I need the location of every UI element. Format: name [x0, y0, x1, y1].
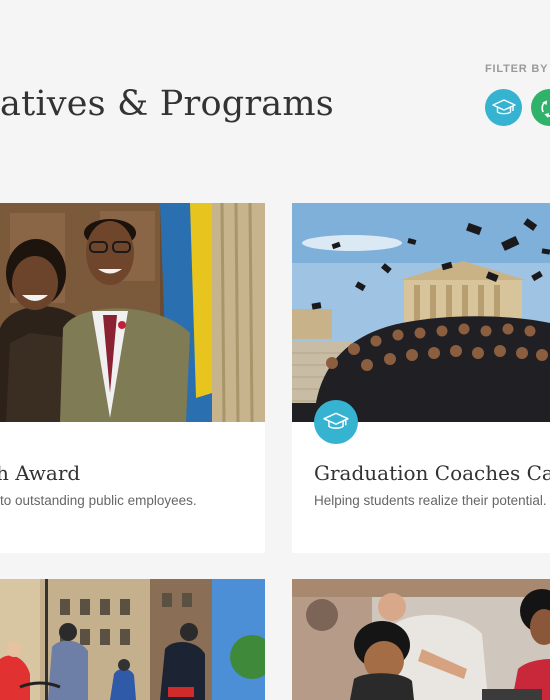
classroom-photo-illustration [292, 579, 550, 700]
program-card-award[interactable]: h Award to outstanding public employees. [0, 203, 265, 553]
program-card[interactable] [0, 579, 265, 700]
program-card[interactable] [292, 579, 550, 700]
graduation-photo [292, 203, 550, 422]
bicycles-photo [0, 579, 265, 700]
bicycles-photo-illustration [0, 579, 265, 700]
recycle-icon [540, 98, 550, 118]
filter-education-button[interactable] [485, 89, 522, 126]
card-description: to outstanding public employees. [0, 493, 197, 508]
filter-label: FILTER BY I [485, 63, 550, 75]
graduation-cap-icon [491, 98, 516, 114]
award-photo [0, 203, 265, 422]
classroom-photo [292, 579, 550, 700]
graduation-photo-illustration [292, 203, 550, 422]
card-description: Helping students realize their potential… [314, 493, 547, 508]
card-title: h Award [0, 461, 81, 485]
award-photo-illustration [0, 203, 265, 422]
filter-environment-button[interactable] [531, 89, 550, 126]
graduation-cap-icon [323, 412, 349, 429]
program-card-graduation-coaches[interactable]: Graduation Coaches Ca Helping students r… [292, 203, 550, 553]
category-badge-education [314, 400, 358, 444]
page-title: atives & Programs [0, 84, 334, 124]
card-title: Graduation Coaches Ca [314, 461, 550, 485]
